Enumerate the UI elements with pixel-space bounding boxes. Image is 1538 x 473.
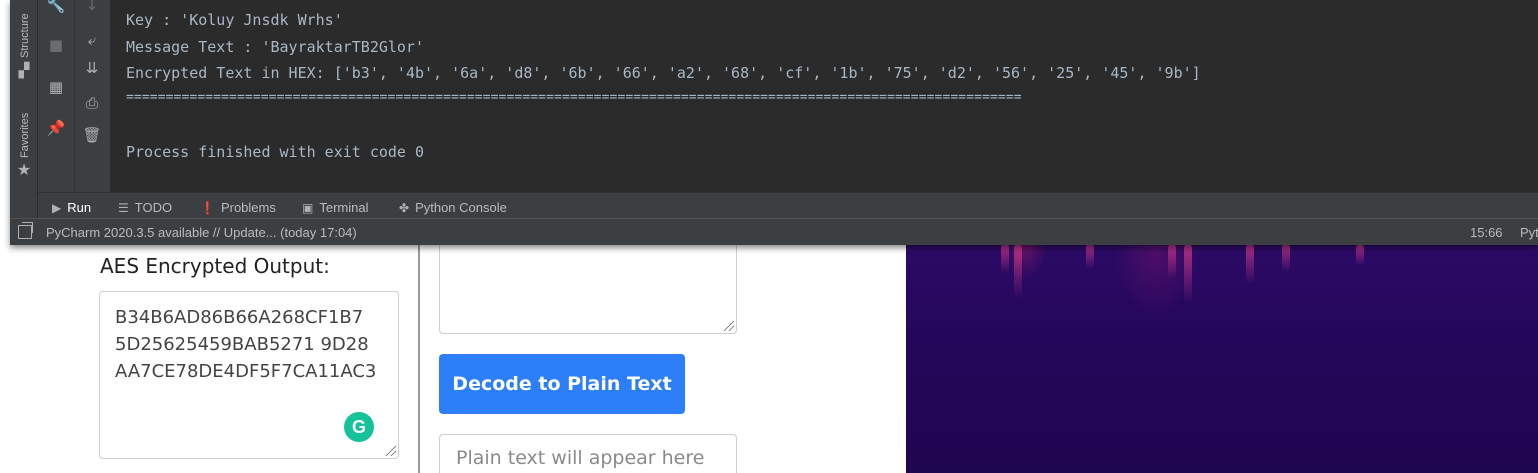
console-separator-line: ========================================… xyxy=(126,90,1022,105)
cipher-input-textarea[interactable] xyxy=(439,230,737,334)
pycharm-window: Structure ▞ Favorites ★ 🔧 ↓ ■ ⤶ ⇊ ▦ ⎙ 📌 … xyxy=(10,0,1538,245)
side-tool-strip: Structure ▞ Favorites ★ xyxy=(10,0,38,218)
scroll-down-icon[interactable]: ↓ xyxy=(79,0,105,16)
tab-label: Problems xyxy=(220,200,276,215)
soft-wrap-icon[interactable]: ⤶ xyxy=(79,29,105,51)
decode-button[interactable]: Decode to Plain Text xyxy=(439,354,685,414)
tab-problems[interactable]: ❗ Problems xyxy=(200,193,276,219)
plain-text-output[interactable]: Plain text will appear here xyxy=(439,434,737,473)
background-streak xyxy=(1014,244,1022,299)
background-image xyxy=(906,244,1538,473)
toolbar-separator xyxy=(74,0,75,192)
pin-icon[interactable]: 📌 xyxy=(43,117,69,139)
stop-icon[interactable]: ■ xyxy=(43,34,69,56)
background-streak xyxy=(1001,244,1009,274)
wrench-icon[interactable]: 🔧 xyxy=(43,0,69,16)
tab-label: Run xyxy=(67,200,92,215)
trash-icon[interactable]: 🗑 xyxy=(79,124,105,146)
tab-python-console[interactable]: ✤ Python Console xyxy=(399,193,507,219)
update-notification[interactable]: PyCharm 2020.3.5 available // Update... … xyxy=(46,225,357,240)
aes-output-text: B34B6AD86B66A268CF1B7 5D25625459BAB5271 … xyxy=(115,307,377,382)
structure-icon[interactable]: ▞ xyxy=(10,62,38,79)
grammarly-icon[interactable]: G xyxy=(344,412,374,442)
favorites-tab[interactable]: Favorites xyxy=(19,113,31,158)
layout-icon[interactable]: ▦ xyxy=(43,76,69,98)
toggle-tool-windows-icon[interactable] xyxy=(18,222,33,239)
run-console[interactable]: Key : 'Koluy Jnsdk Wrhs' Message Text : … xyxy=(110,0,1538,192)
aes-output-textarea[interactable]: B34B6AD86B66A268CF1B7 5D25625459BAB5271 … xyxy=(99,291,399,459)
tab-terminal[interactable]: ▣ Terminal xyxy=(302,193,368,219)
aes-output-label: AES Encrypted Output: xyxy=(100,254,330,278)
background-streak xyxy=(1282,244,1290,272)
tab-todo[interactable]: ☰ TODO xyxy=(118,193,172,219)
print-icon[interactable]: ⎙ xyxy=(79,92,105,114)
background-streak xyxy=(1356,244,1364,266)
console-line: Process finished with exit code 0 xyxy=(126,143,425,161)
cursor-position[interactable]: 15:66 xyxy=(1470,225,1503,240)
status-bar: PyCharm 2020.3.5 available // Update... … xyxy=(10,218,1538,245)
background-streak xyxy=(1168,244,1176,279)
console-line: Key : 'Koluy Jnsdk Wrhs' xyxy=(126,11,343,29)
scroll-to-end-icon[interactable]: ⇊ xyxy=(79,57,105,79)
console-line: Message Text : 'BayraktarTB2Glor' xyxy=(126,38,425,56)
structure-tab[interactable]: Structure xyxy=(19,13,31,58)
tab-label: TODO xyxy=(134,200,173,215)
background-streak xyxy=(1246,244,1254,284)
background-streak xyxy=(1184,244,1192,304)
console-line: Encrypted Text in HEX: ['b3', '4b', '6a'… xyxy=(126,64,1201,82)
tab-label: Python Console xyxy=(415,200,507,215)
tool-window-tabbar: ▶ Run ☰ TODO ❗ Problems ▣ Terminal ✤ Python C… xyxy=(38,192,1538,218)
resize-handle-icon[interactable] xyxy=(386,446,396,456)
run-toolbar: 🔧 ↓ ■ ⤶ ⇊ ▦ ⎙ 📌 🗑 xyxy=(38,0,110,192)
star-icon[interactable]: ★ xyxy=(10,160,38,180)
interpreter-indicator[interactable]: Pyt xyxy=(1520,225,1538,240)
plain-text-placeholder: Plain text will appear here xyxy=(456,447,705,469)
tab-label: Terminal xyxy=(319,200,369,215)
tab-run[interactable]: ▶ Run xyxy=(52,193,91,219)
resize-handle-icon[interactable] xyxy=(724,321,734,331)
background-streak xyxy=(1086,244,1094,269)
